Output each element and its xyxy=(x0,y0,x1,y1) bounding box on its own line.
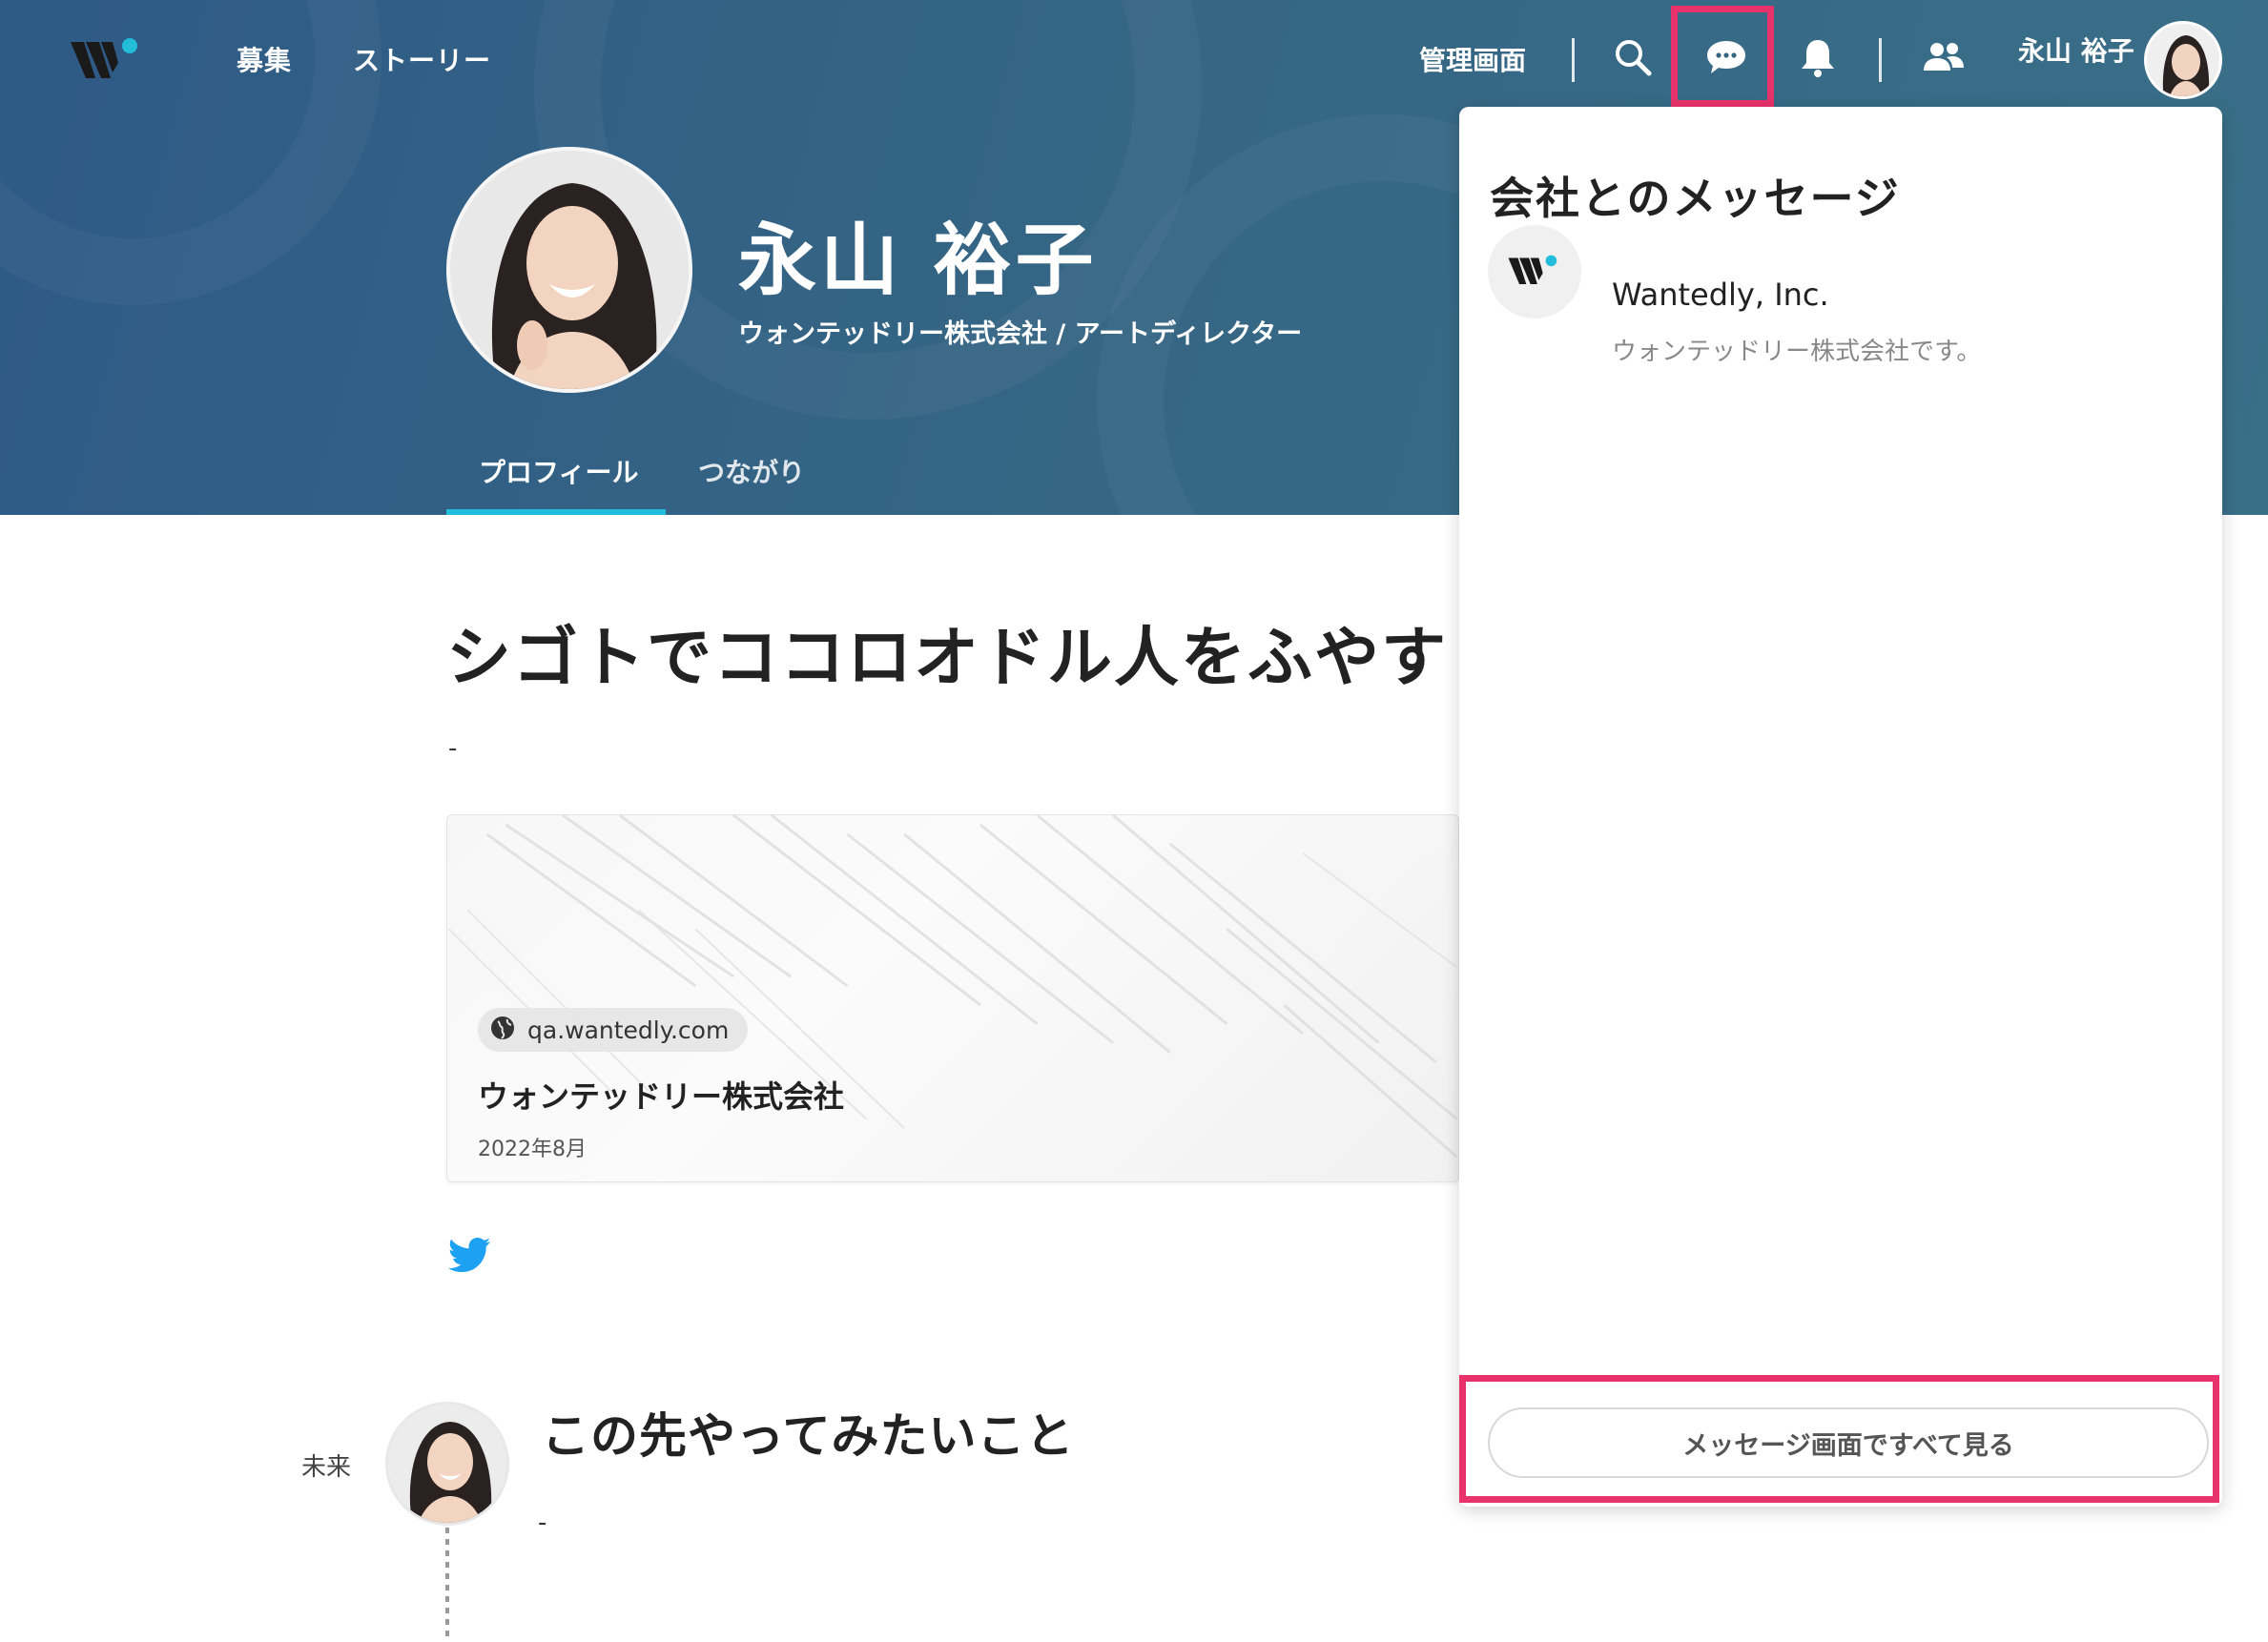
user-name[interactable]: 永山 裕子 xyxy=(2018,31,2134,69)
divider xyxy=(1879,38,1882,82)
search-icon[interactable] xyxy=(1604,29,1661,86)
nav-stories[interactable]: ストーリー xyxy=(353,40,491,78)
timeline-connector xyxy=(445,1528,449,1642)
card-date: 2022年8月 xyxy=(478,1138,587,1161)
bell-icon[interactable] xyxy=(1789,29,1846,86)
profile-subtitle: ウォンテッドリー株式会社 / アートディレクター xyxy=(738,319,1303,349)
nav-recruit[interactable]: 募集 xyxy=(237,40,292,78)
card-title: ウォンテッドリー株式会社 xyxy=(478,1078,845,1115)
future-title: この先やってみたいこと xyxy=(542,1408,1075,1464)
twitter-icon[interactable] xyxy=(448,1236,490,1274)
message-preview: ウォンテッドリー株式会社です。 xyxy=(1612,338,1982,366)
see-all-highlight xyxy=(1459,1375,2219,1503)
headline-body: - xyxy=(448,734,458,763)
chat-icon-highlight xyxy=(1671,6,1774,107)
card-domain: qa.wantedly.com xyxy=(527,1016,730,1044)
experience-card[interactable]: qa.wantedly.com ウォンテッドリー株式会社 2022年8月 xyxy=(446,814,1459,1182)
tab-connections[interactable]: つながり xyxy=(698,452,805,490)
tab-profile[interactable]: プロフィール xyxy=(479,452,638,490)
divider xyxy=(1572,38,1575,82)
domain-pill: qa.wantedly.com xyxy=(478,1008,749,1052)
profile-name: 永山 裕子 xyxy=(738,216,1098,306)
user-avatar[interactable] xyxy=(2144,21,2222,99)
top-navigation: 募集 ストーリー 管理画面 永山 裕子 xyxy=(0,0,2268,118)
timeline-label: 未来 xyxy=(301,1453,352,1482)
company-logo xyxy=(1488,225,1581,318)
people-icon[interactable] xyxy=(1915,29,1972,86)
messages-panel-title: 会社とのメッセージ xyxy=(1490,173,1901,224)
card-background-image xyxy=(448,815,1458,1159)
future-body: - xyxy=(538,1509,547,1537)
message-company-name: Wantedly, Inc. xyxy=(1612,277,1829,313)
messages-dropdown: 会社とのメッセージ Wantedly, Inc. ウォンテッドリー株式会社です。 xyxy=(1459,107,2222,1507)
future-avatar xyxy=(385,1402,509,1526)
profile-avatar xyxy=(446,147,692,393)
admin-link[interactable]: 管理画面 xyxy=(1419,40,1526,78)
profile-headline: シゴトでココロオドル人をふやす xyxy=(446,621,1449,696)
active-tab-indicator xyxy=(446,509,666,515)
wantedly-logo[interactable] xyxy=(69,34,145,88)
globe-icon xyxy=(489,1015,516,1045)
